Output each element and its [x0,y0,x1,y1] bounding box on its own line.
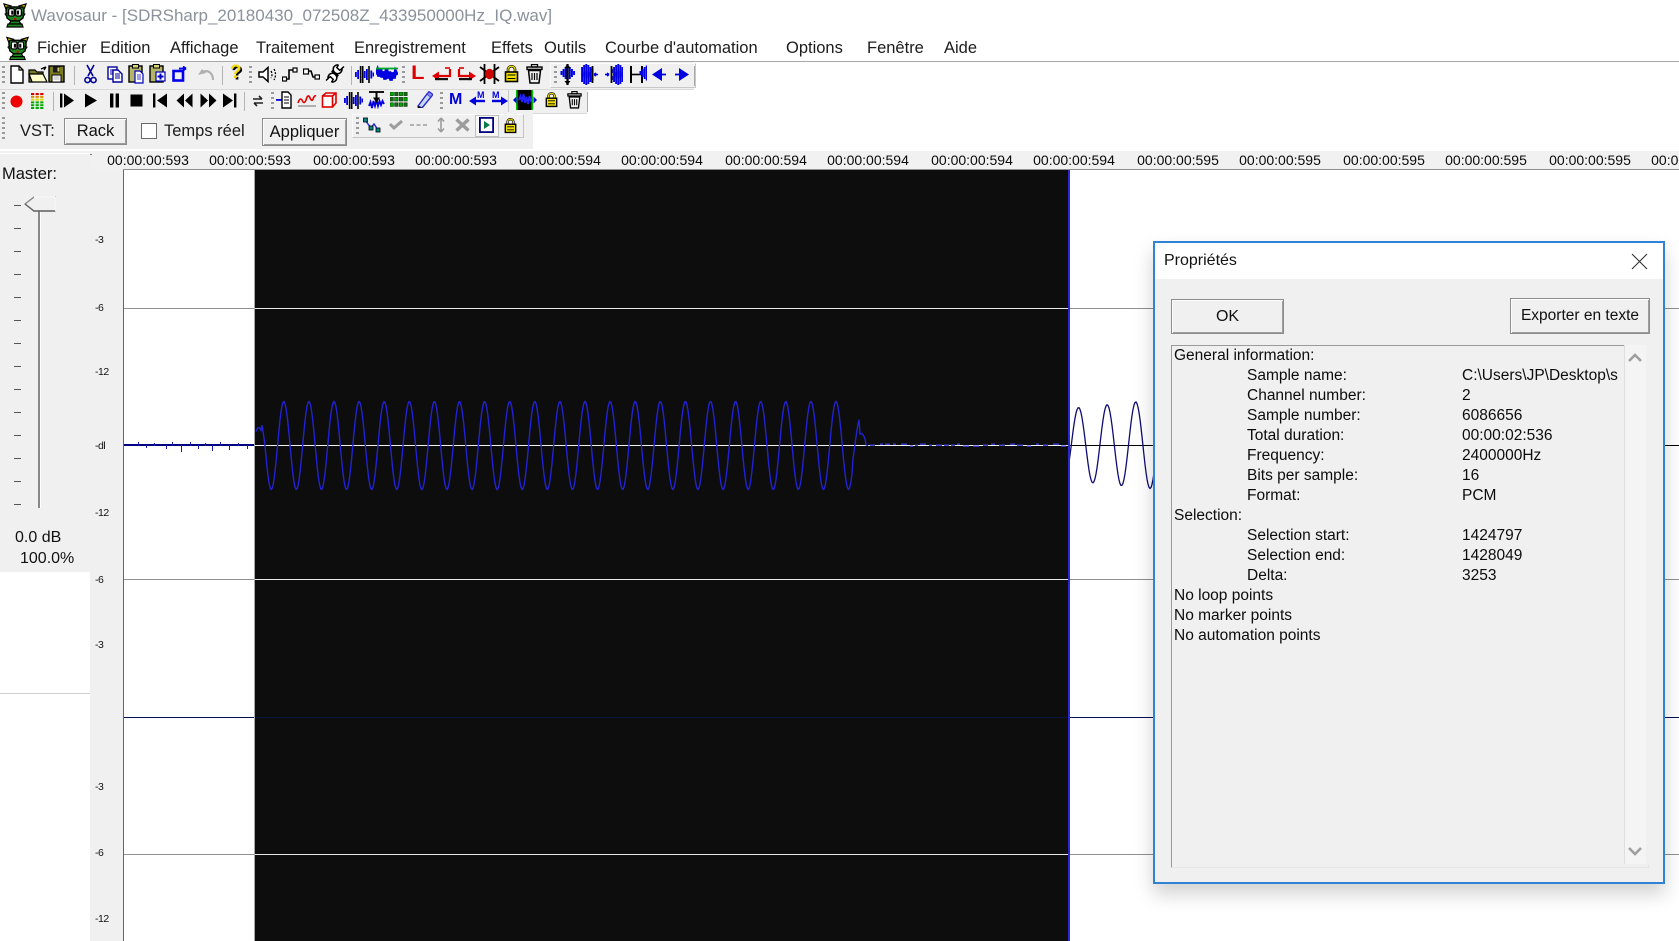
svg-text:M: M [477,91,485,100]
svg-text:M: M [492,91,500,100]
